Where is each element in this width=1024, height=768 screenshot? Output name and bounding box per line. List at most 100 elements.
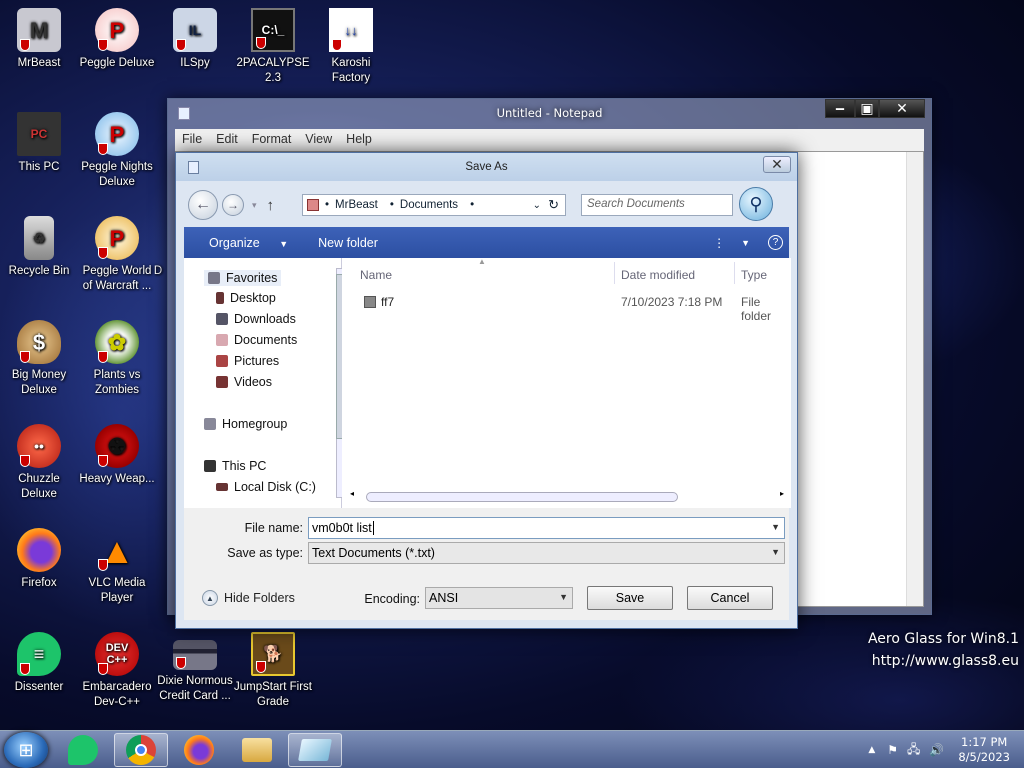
nav-videos[interactable]: Videos: [216, 375, 272, 389]
forward-arrow-icon[interactable]: →: [222, 194, 244, 216]
nav-favorites[interactable]: Favorites: [204, 270, 282, 286]
taskbar-dissenter[interactable]: [56, 733, 110, 767]
desktop-icon-mrbeast[interactable]: M MrBeast: [0, 8, 78, 71]
desktop-icon-devcpp[interactable]: DEV C++ Embarcadero Dev-C++: [78, 632, 156, 710]
nav-documents[interactable]: Documents: [216, 333, 297, 347]
desktop-icon-partial[interactable]: D: [148, 216, 168, 279]
action-center-flag-icon[interactable]: ⚑: [887, 743, 898, 757]
history-dropdown-icon[interactable]: ▾: [252, 200, 257, 211]
encoding-select[interactable]: ANSI ▼: [425, 587, 573, 609]
refresh-icon[interactable]: ↻: [548, 197, 559, 213]
nav-this-pc[interactable]: This PC: [204, 459, 266, 473]
chevron-down-icon[interactable]: ▼: [771, 547, 780, 557]
desktop-icon-credit-card[interactable]: Dixie Normous Credit Card ...: [156, 632, 234, 704]
column-header-date[interactable]: Date modified: [621, 268, 695, 282]
cancel-button[interactable]: Cancel: [687, 586, 773, 610]
chevron-down-icon[interactable]: ▼: [771, 522, 780, 532]
aero-watermark-line2: http://www.glass8.eu: [871, 653, 1019, 669]
view-options-icon[interactable]: ⋮: [705, 236, 733, 250]
desktop-icon-plants-vs-zombies[interactable]: ✿ Plants vs Zombies: [78, 320, 156, 398]
desktop-icon-2pacalypse[interactable]: C:\_ 2PACALYPSE 2.3: [234, 8, 312, 86]
menu-edit[interactable]: Edit: [209, 129, 245, 151]
help-icon[interactable]: ?: [768, 235, 783, 250]
chevron-down-icon: ▼: [279, 238, 289, 249]
address-dropdown-icon[interactable]: ⌄: [533, 200, 541, 211]
flower-icon: ✿: [95, 320, 139, 364]
desktop-icon-recycle-bin[interactable]: ♻ Recycle Bin: [0, 216, 78, 279]
desktop-icon-vlc[interactable]: ▲ VLC Media Player: [78, 528, 156, 606]
desktop-icon-dissenter[interactable]: ≡ Dissenter: [0, 632, 78, 695]
nav-local-disk[interactable]: Local Disk (C:): [216, 480, 316, 494]
maximize-button[interactable]: ▣: [855, 99, 879, 118]
file-list[interactable]: ▲ Name Date modified Type ff7 7/10/2023 …: [342, 257, 791, 508]
nav-desktop[interactable]: Desktop: [216, 291, 276, 305]
desktop-icon-karoshi-factory[interactable]: ↓↓ Karoshi Factory: [312, 8, 390, 86]
scroll-right-icon[interactable]: ▸: [780, 489, 784, 498]
column-divider[interactable]: [734, 262, 735, 284]
save-type-label: Save as type:: [227, 546, 303, 560]
ilspy-icon: IL: [173, 8, 217, 52]
up-arrow-icon[interactable]: ↑: [267, 197, 275, 214]
minimize-button[interactable]: ‒: [825, 99, 855, 118]
star-icon: [208, 272, 220, 284]
desktop-icon-firefox[interactable]: Firefox: [0, 528, 78, 591]
back-arrow-icon[interactable]: ←: [188, 190, 218, 220]
desktop-icon-peggle-wow[interactable]: P Peggle World of Warcraft ...: [78, 216, 156, 294]
horizontal-scroll-thumb[interactable]: [366, 492, 678, 502]
folder-icon: [364, 296, 376, 308]
devcpp-icon: DEV C++: [95, 632, 139, 676]
organize-button[interactable]: Organize ▼: [184, 236, 304, 250]
desktop-icon-chuzzle[interactable]: •• Chuzzle Deluxe: [0, 424, 78, 502]
taskbar-chrome[interactable]: [114, 733, 168, 767]
breadcrumb-mrbeast[interactable]: MrBeast: [335, 199, 378, 211]
desktop-icon-peggle-nights[interactable]: P Peggle Nights Deluxe: [78, 112, 156, 190]
file-name-field[interactable]: vm0b0t list ▼: [308, 517, 785, 539]
command-bar: Organize ▼ New folder ⋮ ▼ ?: [184, 227, 789, 258]
save-type-select[interactable]: Text Documents (*.txt) ▼: [308, 542, 785, 564]
breadcrumb-separator-icon: •: [325, 199, 330, 211]
new-folder-button[interactable]: New folder: [304, 236, 386, 250]
file-horizontal-scrollbar[interactable]: ◂ ▸: [350, 489, 784, 502]
desktop-icon-ilspy[interactable]: IL ILSpy: [156, 8, 234, 71]
save-button[interactable]: Save: [587, 586, 673, 610]
column-divider[interactable]: [614, 262, 615, 284]
taskbar-file-explorer[interactable]: [230, 733, 284, 767]
column-header-type[interactable]: Type: [741, 268, 767, 282]
chevron-down-icon[interactable]: ▼: [559, 592, 568, 602]
nav-downloads[interactable]: Downloads: [216, 312, 296, 326]
menu-format[interactable]: Format: [245, 129, 299, 151]
search-icon[interactable]: ⚲: [739, 187, 773, 221]
file-row[interactable]: ff7 7/10/2023 7:18 PM File folder: [342, 295, 791, 323]
hide-folders-button[interactable]: ▲ Hide Folders: [202, 590, 295, 606]
column-header-name[interactable]: Name: [360, 268, 392, 282]
clock[interactable]: 1:17 PM 8/5/2023: [958, 735, 1010, 765]
show-hidden-icons-icon[interactable]: ▲: [868, 745, 875, 755]
nav-homegroup[interactable]: Homegroup: [204, 417, 287, 431]
chuzzle-icon: ••: [17, 424, 61, 468]
menu-file[interactable]: File: [175, 129, 209, 151]
desktop-icon-peggle-deluxe[interactable]: P Peggle Deluxe: [78, 8, 156, 71]
desktop-icon-big-money[interactable]: $ Big Money Deluxe: [0, 320, 78, 398]
save-as-dialog[interactable]: Save As ✕ ← → ▾ ↑ • MrBeast • Documents …: [175, 152, 798, 629]
notepad-vertical-scrollbar[interactable]: [906, 152, 923, 606]
scroll-left-icon[interactable]: ◂: [350, 489, 354, 498]
taskbar-notepad[interactable]: [288, 733, 342, 767]
search-input[interactable]: Search Documents: [581, 194, 733, 216]
desktop-icon-heavy-weapon[interactable]: ☢ Heavy Weap...: [78, 424, 156, 487]
taskbar-firefox[interactable]: [172, 733, 226, 767]
dialog-close-button[interactable]: ✕: [763, 156, 791, 173]
nav-pictures[interactable]: Pictures: [216, 354, 279, 368]
close-button[interactable]: ✕: [879, 99, 925, 118]
address-bar[interactable]: • MrBeast • Documents • ⌄ ↻: [302, 194, 566, 216]
encoding-label: Encoding:: [364, 592, 420, 606]
start-button[interactable]: ⊞: [4, 732, 48, 768]
volume-icon[interactable]: 🔊: [929, 743, 944, 757]
view-chevron-down-icon[interactable]: ▼: [733, 238, 758, 248]
menu-view[interactable]: View: [298, 129, 339, 151]
menu-help[interactable]: Help: [339, 129, 379, 151]
desktop-icon-this-pc[interactable]: PC This PC: [0, 112, 78, 175]
breadcrumb-documents[interactable]: Documents: [400, 199, 458, 211]
downloads-icon: [216, 313, 228, 325]
network-icon[interactable]: 🖧: [907, 740, 920, 761]
desktop-icon-jumpstart[interactable]: 🐕 JumpStart First Grade: [234, 632, 312, 710]
